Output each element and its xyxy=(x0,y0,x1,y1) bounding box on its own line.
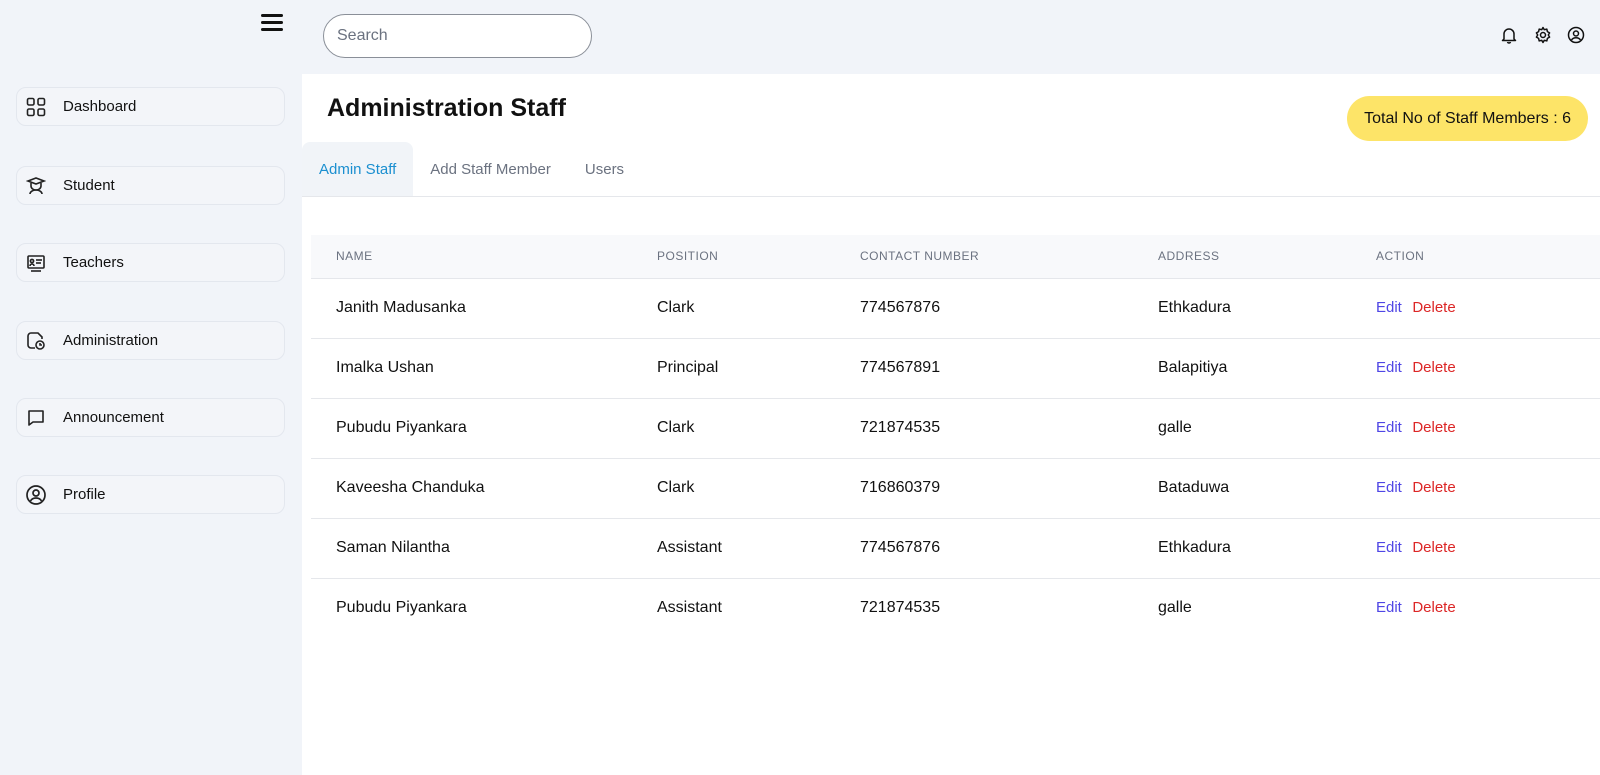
edit-link[interactable]: Edit xyxy=(1376,479,1402,496)
cell-contact: 774567891 xyxy=(860,338,1158,399)
table-row: Pubudu Piyankara Assistant 721874535 gal… xyxy=(311,578,1600,638)
delete-link[interactable]: Delete xyxy=(1412,359,1455,376)
cell-name: Kaveesha Chanduka xyxy=(311,458,657,519)
column-header-name: NAME xyxy=(311,235,657,279)
page-title: Administration Staff xyxy=(327,94,566,122)
cell-position: Clark xyxy=(657,458,860,519)
sidebar-item-label: Administration xyxy=(63,332,159,349)
edit-link[interactable]: Edit xyxy=(1376,539,1402,556)
table-row: Kaveesha Chanduka Clark 716860379 Batadu… xyxy=(311,458,1600,519)
cell-position: Assistant xyxy=(657,599,722,617)
user-circle-icon xyxy=(25,484,47,506)
sidebar-item-student[interactable]: Student xyxy=(16,166,285,205)
cell-address: Ethkadura xyxy=(1158,278,1376,339)
tab-users[interactable]: Users xyxy=(568,142,641,196)
cell-action: Edit Delete xyxy=(1376,518,1600,579)
sidebar: Dashboard Student Teachers Administratio… xyxy=(0,0,302,775)
sidebar-item-label: Announcement xyxy=(63,409,164,426)
grid-icon xyxy=(25,96,47,118)
sidebar-item-label: Teachers xyxy=(63,254,124,271)
student-icon xyxy=(25,175,47,197)
cell-address: Balapitiya xyxy=(1158,338,1376,399)
tab-add-staff-member[interactable]: Add Staff Member xyxy=(413,142,568,196)
sidebar-item-label: Profile xyxy=(63,486,106,503)
table-row: Janith Madusanka Clark 774567876 Ethkadu… xyxy=(311,278,1600,339)
edit-link[interactable]: Edit xyxy=(1376,299,1402,316)
sidebar-item-label: Dashboard xyxy=(63,98,137,115)
gear-icon[interactable] xyxy=(1533,25,1553,45)
cell-position: Assistant xyxy=(657,518,860,579)
main-panel: Administration Staff Total No of Staff M… xyxy=(302,74,1600,775)
table-row: Saman Nilantha Assistant 774567876 Ethka… xyxy=(311,518,1600,579)
delete-link[interactable]: Delete xyxy=(1412,299,1455,316)
sidebar-item-announcement[interactable]: Announcement xyxy=(16,398,285,437)
sidebar-item-teachers[interactable]: Teachers xyxy=(16,243,285,282)
admin-icon xyxy=(25,330,47,352)
delete-link[interactable]: Delete xyxy=(1412,599,1455,616)
column-header-action: ACTION xyxy=(1376,235,1600,279)
bell-icon[interactable] xyxy=(1499,25,1519,45)
sidebar-item-dashboard[interactable]: Dashboard xyxy=(16,87,285,126)
cell-contact: 716860379 xyxy=(860,458,1158,519)
total-staff-badge: Total No of Staff Members : 6 xyxy=(1347,96,1588,141)
cell-action: Edit Delete xyxy=(1376,578,1600,638)
sidebar-item-profile[interactable]: Profile xyxy=(16,475,285,514)
edit-link[interactable]: Edit xyxy=(1376,419,1402,436)
cell-address: Ethkadura xyxy=(1158,518,1376,579)
cell-position: Principal xyxy=(657,338,860,399)
cell-contact: 774567876 xyxy=(860,518,1158,579)
cell-address: galle xyxy=(1158,599,1192,617)
cell-name: Pubudu Piyankara xyxy=(311,398,657,459)
table-row: Pubudu Piyankara Clark 721874535 galle E… xyxy=(311,398,1600,459)
delete-link[interactable]: Delete xyxy=(1412,479,1455,496)
search-input[interactable] xyxy=(323,14,592,58)
cell-name: Pubudu Piyankara xyxy=(336,599,467,617)
cell-name: Saman Nilantha xyxy=(311,518,657,579)
column-header-position: POSITION xyxy=(657,235,860,279)
teacher-board-icon xyxy=(25,252,47,274)
delete-link[interactable]: Delete xyxy=(1412,539,1455,556)
cell-contact: 721874535 xyxy=(860,398,1158,459)
column-header-address: ADDRESS xyxy=(1158,235,1376,279)
column-header-contact: CONTACT NUMBER xyxy=(860,235,1158,279)
cell-address: Bataduwa xyxy=(1158,458,1376,519)
cell-position: Clark xyxy=(657,398,860,459)
menu-toggle-icon[interactable] xyxy=(261,14,283,34)
table-header-row: NAME POSITION CONTACT NUMBER ADDRESS ACT… xyxy=(311,235,1600,279)
cell-address: galle xyxy=(1158,398,1376,459)
cell-action: Edit Delete xyxy=(1376,338,1600,399)
cell-action: Edit Delete xyxy=(1376,278,1600,339)
table-row: Imalka Ushan Principal 774567891 Balapit… xyxy=(311,338,1600,399)
cell-action: Edit Delete xyxy=(1376,458,1600,519)
cell-action: Edit Delete xyxy=(1376,398,1600,459)
sidebar-item-administration[interactable]: Administration xyxy=(16,321,285,360)
cell-contact: 721874535 xyxy=(860,599,941,617)
sidebar-item-label: Student xyxy=(63,177,115,194)
staff-table-container: NAME POSITION CONTACT NUMBER ADDRESS ACT… xyxy=(311,235,1600,638)
tab-bar: Admin Staff Add Staff Member Users xyxy=(302,142,1600,197)
chat-icon xyxy=(25,407,47,429)
staff-table: NAME POSITION CONTACT NUMBER ADDRESS ACT… xyxy=(311,235,1600,638)
cell-position: Clark xyxy=(657,278,860,339)
cell-contact: 774567876 xyxy=(860,278,1158,339)
cell-name: Imalka Ushan xyxy=(311,338,657,399)
edit-link[interactable]: Edit xyxy=(1376,599,1402,616)
tab-admin-staff[interactable]: Admin Staff xyxy=(302,142,414,196)
edit-link[interactable]: Edit xyxy=(1376,359,1402,376)
delete-link[interactable]: Delete xyxy=(1412,419,1455,436)
cell-name: Janith Madusanka xyxy=(311,278,657,339)
user-icon[interactable] xyxy=(1566,25,1586,45)
